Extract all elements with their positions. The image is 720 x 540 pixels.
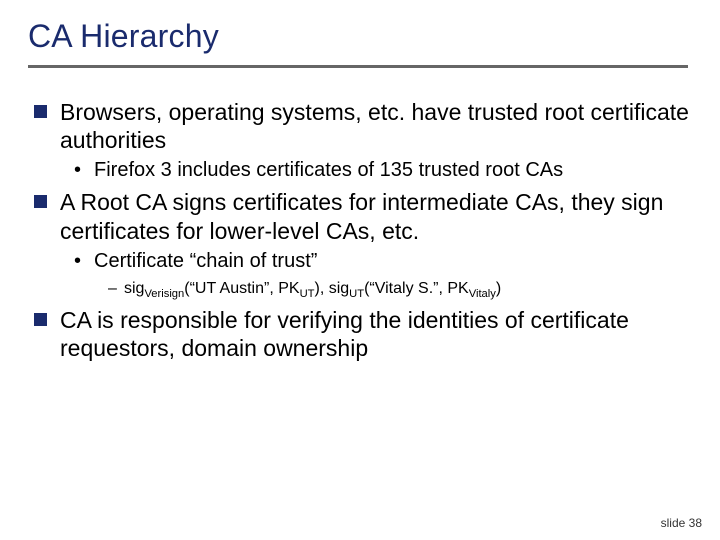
slide: CA Hierarchy Browsers, operating systems… bbox=[0, 0, 720, 540]
title-rule bbox=[28, 65, 688, 68]
bullet-text: A Root CA signs certificates for interme… bbox=[60, 188, 692, 244]
bullet-text: CA is responsible for verifying the iden… bbox=[60, 306, 692, 362]
bullet-text: Firefox 3 includes certificates of 135 t… bbox=[94, 158, 563, 182]
sig-text: ), sig bbox=[314, 280, 349, 297]
bullet-level3: – sigVerisign(“UT Austin”, PKUT), sigUT(… bbox=[108, 279, 692, 302]
sig-subscript: Vitaly bbox=[469, 288, 496, 300]
dot-bullet-icon: • bbox=[74, 249, 94, 273]
dash-bullet-icon: – bbox=[108, 279, 124, 300]
slide-title: CA Hierarchy bbox=[28, 18, 692, 61]
bullet-level2: • Certificate “chain of trust” bbox=[74, 249, 692, 273]
sig-text: sig bbox=[124, 280, 144, 297]
square-bullet-icon bbox=[34, 188, 60, 208]
bullet-level2: • Firefox 3 includes certificates of 135… bbox=[74, 158, 692, 182]
sig-text: (“Vitaly S.”, PK bbox=[364, 280, 469, 297]
sig-text: (“UT Austin”, PK bbox=[184, 280, 299, 297]
bullet-level1: Browsers, operating systems, etc. have t… bbox=[34, 98, 692, 154]
bullet-level1: CA is responsible for verifying the iden… bbox=[34, 306, 692, 362]
slide-number: slide 38 bbox=[661, 516, 702, 530]
bullet-text: Certificate “chain of trust” bbox=[94, 249, 317, 273]
sig-text: ) bbox=[496, 280, 501, 297]
slide-content: Browsers, operating systems, etc. have t… bbox=[28, 98, 692, 362]
square-bullet-icon bbox=[34, 98, 60, 118]
sig-subscript: UT bbox=[349, 288, 364, 300]
square-bullet-icon bbox=[34, 306, 60, 326]
sig-subscript: UT bbox=[300, 288, 315, 300]
dot-bullet-icon: • bbox=[74, 158, 94, 182]
sig-subscript: Verisign bbox=[144, 288, 184, 300]
bullet-text: sigVerisign(“UT Austin”, PKUT), sigUT(“V… bbox=[124, 279, 501, 302]
bullet-text: Browsers, operating systems, etc. have t… bbox=[60, 98, 692, 154]
bullet-level1: A Root CA signs certificates for interme… bbox=[34, 188, 692, 244]
